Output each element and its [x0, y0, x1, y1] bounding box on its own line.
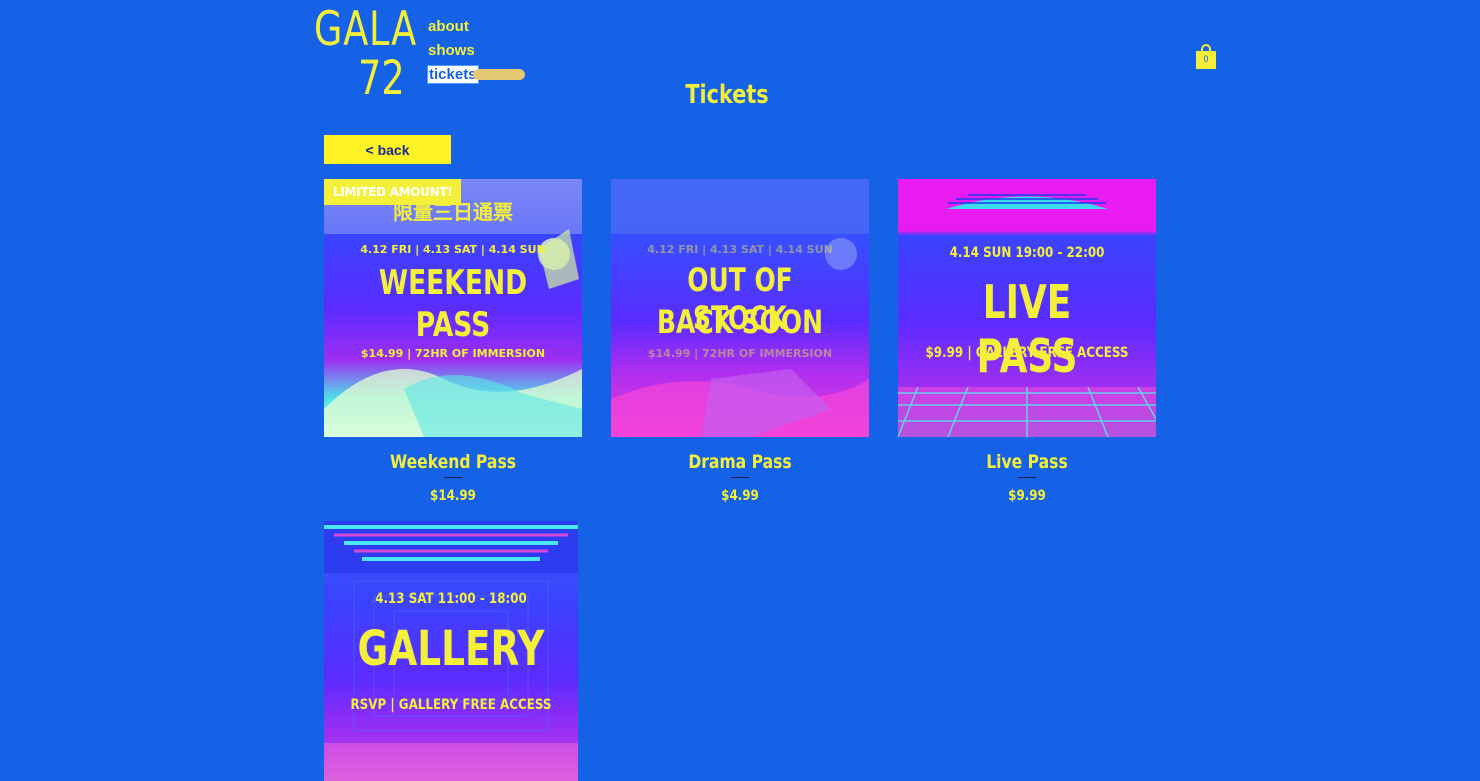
- product-price: $9.99: [1008, 488, 1046, 504]
- poster-dates: 4.12 FRI | 4.13 SAT | 4.14 SUN: [360, 243, 546, 256]
- nav-active-indicator: [473, 69, 525, 80]
- poster-subtitle: 限量三日通票: [393, 200, 513, 224]
- poster-tagline: $14.99 | 72HR OF IMMERSION: [360, 347, 546, 360]
- poster-headline: LIVE PASS: [976, 275, 1078, 383]
- page-title: Tickets: [685, 80, 769, 110]
- divider: [444, 477, 462, 478]
- poster-dates: 4.12 FRI | 4.13 SAT | 4.14 SUN: [647, 243, 833, 256]
- divider: [731, 477, 749, 478]
- cart-count: 0: [1203, 54, 1209, 64]
- product-card-live-pass[interactable]: 4.14 SUN 19:00 - 22:00 LIVE PASS $9.99 |…: [898, 179, 1156, 504]
- product-name[interactable]: Live Pass: [921, 451, 1133, 473]
- product-image[interactable]: 4.14 SUN 19:00 - 22:00 LIVE PASS $9.99 |…: [898, 179, 1156, 437]
- product-image[interactable]: 4.13 SAT 11:00 - 18:00 GALLERY RSVP | GA…: [324, 521, 578, 781]
- nav-shows[interactable]: shows: [428, 41, 478, 65]
- poster-headline: GALLERY: [357, 621, 545, 677]
- product-price: $4.99: [721, 488, 759, 504]
- poster-tagline: $14.99 | 72HR OF IMMERSION: [647, 347, 833, 360]
- product-image[interactable]: 4.12 FRI | 4.13 SAT | 4.14 SUN OUT OF ST…: [611, 179, 869, 437]
- product-name[interactable]: Drama Pass: [634, 451, 846, 473]
- product-image[interactable]: LIMITED AMOUNT! 限量三日通票 4.12 FRI | 4.13 S…: [324, 179, 582, 437]
- poster-headline-2: PASS: [415, 305, 491, 345]
- product-name[interactable]: Weekend Pass: [347, 451, 559, 473]
- poster-tagline: $9.99 | GALLERY FREE ACCESS: [925, 345, 1129, 361]
- poster-headline: WEEKEND: [378, 263, 528, 303]
- nav-about[interactable]: about: [428, 17, 478, 41]
- divider: [1018, 477, 1036, 478]
- main-nav: about shows tickets: [427, 17, 525, 89]
- poster-dates: 4.13 SAT 11:00 - 18:00: [375, 591, 527, 607]
- poster-headline-2: BACK SOON: [657, 303, 823, 341]
- product-card-drama-pass[interactable]: 4.12 FRI | 4.13 SAT | 4.14 SUN OUT OF ST…: [611, 179, 869, 504]
- poster-tagline: RSVP | GALLERY FREE ACCESS: [350, 697, 552, 713]
- product-price: $14.99: [430, 488, 476, 504]
- cart-button[interactable]: 0: [1196, 44, 1216, 70]
- product-card-weekend-pass[interactable]: LIMITED AMOUNT! 限量三日通票 4.12 FRI | 4.13 S…: [324, 179, 582, 504]
- product-card-gallery[interactable]: 4.13 SAT 11:00 - 18:00 GALLERY RSVP | GA…: [324, 521, 578, 781]
- logo-line-1: GALA: [314, 2, 417, 57]
- poster-dates: 4.14 SUN 19:00 - 22:00: [949, 245, 1105, 261]
- back-button[interactable]: < back: [324, 135, 451, 164]
